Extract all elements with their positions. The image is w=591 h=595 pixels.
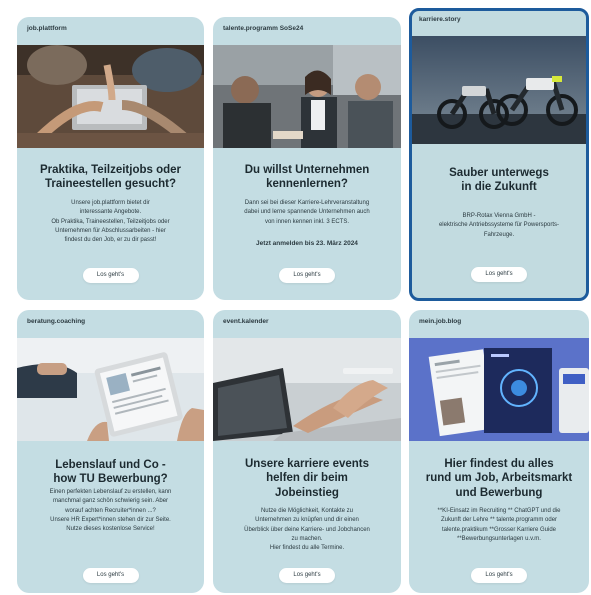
card-tag: talente.programm SoSe24 (223, 25, 304, 32)
lets-go-button[interactable]: Los geht's (279, 268, 335, 283)
card-title: Lebenslauf und Co - how TU Bewerbung? (53, 459, 168, 486)
card-tag: job.plattform (27, 25, 67, 32)
lets-go-button[interactable]: Los geht's (471, 568, 527, 583)
card-image-electric-motorbikes (412, 36, 586, 144)
card-image-blog-magazines (409, 338, 589, 441)
card-tag: beratung.coaching (27, 318, 86, 325)
card-beratung-coaching[interactable]: beratung.coaching Lebenslauf und Co - ho… (17, 310, 204, 593)
card-event-kalender[interactable]: event.kalender Unsere karriere events he… (213, 310, 401, 593)
card-body: Unsere job.plattform bietet dir interess… (51, 200, 170, 244)
card-body: **KI-Einsatz im Recruiting ** ChatGPT un… (437, 508, 561, 542)
lets-go-button[interactable]: Los geht's (82, 568, 139, 583)
card-body: Dann sei bei dieser Karriere-Lehrveranst… (244, 200, 370, 225)
card-title: Du willst Unternehmen kennenlernen? (244, 164, 370, 191)
card-tag: karriere.story (419, 16, 461, 23)
card-title: Hier findest du alles rund um Job, Arbei… (425, 458, 573, 499)
card-mein-job-blog[interactable]: mein.job.blog Hier findest du alles rund… (409, 310, 589, 593)
card-title: Unsere karriere events helfen dir beim J… (244, 458, 370, 499)
card-image-laptop-hands (213, 338, 401, 441)
card-karriere-story[interactable]: karriere.story Sauber unterwegs in die Z… (409, 8, 589, 301)
lets-go-button[interactable]: Los geht's (471, 267, 527, 282)
card-body: Nutze die Möglichkeit, Kontakte zu Unter… (244, 508, 370, 552)
card-title: Sauber unterwegs in die Zukunft (449, 167, 549, 194)
registration-deadline: Jetzt anmelden bis 23. März 2024 (256, 240, 358, 247)
card-image-meeting (213, 45, 401, 148)
card-image-laptop-teamwork (17, 45, 204, 148)
card-body: Einen perfekten Lebenslauf zu erstellen,… (49, 489, 172, 533)
card-title: Praktika, Teilzeitjobs oder Traineestell… (39, 164, 182, 191)
lets-go-button[interactable]: Los geht's (82, 268, 139, 283)
card-image-tablet-cv (17, 338, 204, 441)
card-talente-programm[interactable]: talente.programm SoSe24 Du willst Untern… (213, 17, 401, 300)
card-grid: job.plattform Praktika, Teilzeitjobs ode… (0, 0, 591, 595)
card-tag: mein.job.blog (419, 318, 462, 325)
lets-go-button[interactable]: Los geht's (279, 568, 335, 583)
card-job-plattform[interactable]: job.plattform Praktika, Teilzeitjobs ode… (17, 17, 204, 300)
card-body: BRP-Rotax Vienna GmbH - elektrische Antr… (438, 213, 560, 238)
card-tag: event.kalender (223, 318, 269, 325)
